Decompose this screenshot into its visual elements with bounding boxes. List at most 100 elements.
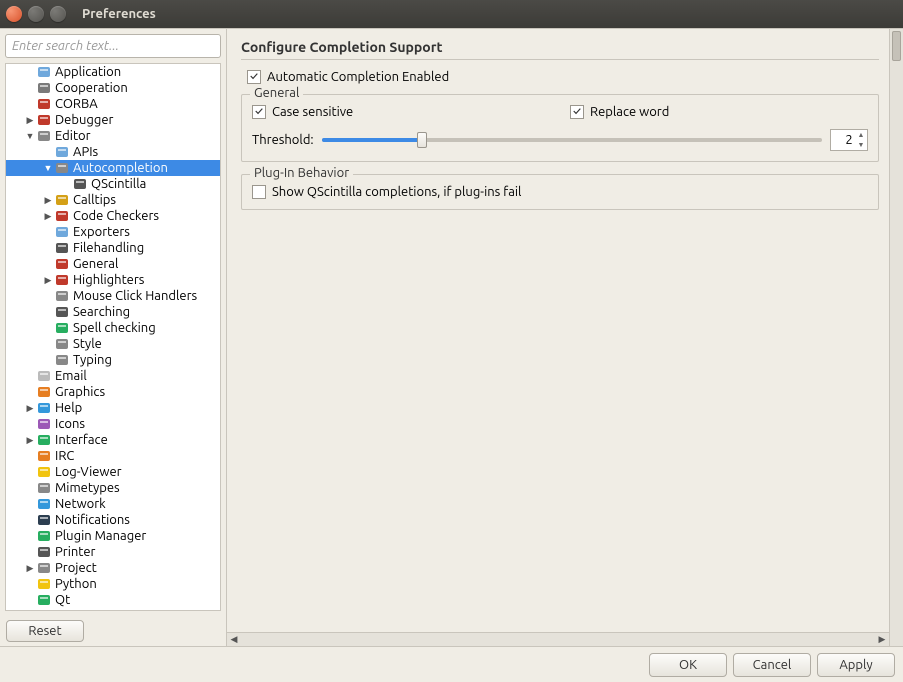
tree-item-label: Autocompletion [73,161,218,175]
expand-arrow-icon[interactable]: ▶ [42,211,54,222]
expand-arrow-icon[interactable]: ▶ [42,275,54,286]
plugin-behavior-group: Plug-In Behavior Show QScintilla complet… [241,174,879,210]
tree-item-label: Cooperation [55,81,218,95]
py-icon [36,576,52,592]
tree-item-label: Application [55,65,218,79]
spell-icon [54,320,70,336]
window-title: Preferences [82,7,156,21]
tree-item-interface[interactable]: ▶Interface [6,432,220,448]
icons-icon [36,416,52,432]
tree-item-label: Typing [73,353,218,367]
editor-icon [36,128,52,144]
tree-item-label: Network [55,497,218,511]
tree-item-calltips[interactable]: ▶Calltips [6,192,220,208]
maximize-icon[interactable] [50,6,66,22]
tree-item-application[interactable]: ▶Application [6,64,220,80]
tree-item-exporters[interactable]: ▶Exporters [6,224,220,240]
minimize-icon[interactable] [28,6,44,22]
auto-completion-checkbox[interactable] [247,70,261,84]
typing-icon [54,352,70,368]
calltip-icon [54,192,70,208]
preferences-tree[interactable]: ▶Application▶Cooperation▶CORBA▶Debugger▼… [5,63,221,611]
tree-item-debugger[interactable]: ▶Debugger [6,112,220,128]
tree-item-help[interactable]: ▶Help [6,400,220,416]
vertical-scrollbar[interactable] [889,29,903,646]
scroll-right-icon[interactable]: ▶ [875,633,889,646]
tree-item-plugin-manager[interactable]: ▶Plugin Manager [6,528,220,544]
tree-item-qt[interactable]: ▶Qt [6,592,220,608]
cancel-button[interactable]: Cancel [733,653,811,677]
log-icon [36,464,52,480]
tree-item-searching[interactable]: ▶Searching [6,304,220,320]
tree-item-label: Spell checking [73,321,218,335]
tree-item-style[interactable]: ▶Style [6,336,220,352]
tree-item-mouse-click-handlers[interactable]: ▶Mouse Click Handlers [6,288,220,304]
expand-arrow-icon[interactable]: ▶ [24,563,36,574]
bug-icon [36,112,52,128]
tree-item-label: Icons [55,417,218,431]
expand-arrow-icon[interactable]: ▼ [24,131,36,141]
scroll-left-icon[interactable]: ◀ [227,633,241,646]
apply-button[interactable]: Apply [817,653,895,677]
close-icon[interactable] [6,6,22,22]
tree-item-irc[interactable]: ▶IRC [6,448,220,464]
qt-icon [36,592,52,608]
threshold-slider[interactable] [322,132,822,148]
expand-arrow-icon[interactable]: ▶ [24,403,36,414]
search-input[interactable] [5,34,221,58]
tree-item-editor[interactable]: ▼Editor [6,128,220,144]
spinner-down-icon[interactable]: ▼ [856,140,866,150]
case-sensitive-checkbox[interactable] [252,105,266,119]
tree-item-project[interactable]: ▶Project [6,560,220,576]
tree-item-label: Qt [55,593,218,607]
tree-item-icons[interactable]: ▶Icons [6,416,220,432]
expand-arrow-icon[interactable]: ▶ [42,195,54,206]
tree-item-label: Searching [73,305,218,319]
tree-item-filehandling[interactable]: ▶Filehandling [6,240,220,256]
tree-item-printer[interactable]: ▶Printer [6,544,220,560]
spinner-up-icon[interactable]: ▲ [856,130,866,140]
tree-item-spell-checking[interactable]: ▶Spell checking [6,320,220,336]
tree-item-typing[interactable]: ▶Typing [6,352,220,368]
tree-item-apis[interactable]: ▶APIs [6,144,220,160]
tree-item-qscintilla[interactable]: ▶QScintilla [6,176,220,192]
tree-item-general[interactable]: ▶General [6,256,220,272]
tree-item-highlighters[interactable]: ▶ Highlighters [6,272,220,288]
tree-item-label: Graphics [55,385,218,399]
net-icon [36,496,52,512]
tree-item-label: Mouse Click Handlers [73,289,218,303]
tree-item-label: Log-Viewer [55,465,218,479]
tree-item-corba[interactable]: ▶CORBA [6,96,220,112]
expand-arrow-icon[interactable]: ▶ [24,115,36,126]
tree-item-mimetypes[interactable]: ▶Mimetypes [6,480,220,496]
tree-item-graphics[interactable]: ▶Graphics [6,384,220,400]
tree-item-label: Printer [55,545,218,559]
tree-item-notifications[interactable]: ▶Notifications [6,512,220,528]
threshold-spinner[interactable]: 2 ▲▼ [830,129,868,151]
page-title: Configure Completion Support [241,39,879,59]
tree-item-cooperation[interactable]: ▶Cooperation [6,80,220,96]
tree-item-python[interactable]: ▶Python [6,576,220,592]
tree-item-log-viewer[interactable]: ▶Log-Viewer [6,464,220,480]
corba-icon [36,96,52,112]
tree-item-code-checkers[interactable]: ▶Code Checkers [6,208,220,224]
expand-arrow-icon[interactable]: ▼ [42,163,54,173]
tree-item-email[interactable]: ▶Email [6,368,220,384]
show-qscintilla-checkbox[interactable] [252,185,266,199]
button-bar: OK Cancel Apply [0,646,903,682]
tree-item-security[interactable]: ▶Security [6,608,220,611]
tree-item-network[interactable]: ▶Network [6,496,220,512]
tree-item-label: CORBA [55,97,218,111]
tree-item-label: General [73,257,218,271]
tree-item-label: QScintilla [91,177,218,191]
expand-arrow-icon[interactable]: ▶ [24,435,36,446]
ok-button[interactable]: OK [649,653,727,677]
replace-word-checkbox[interactable] [570,105,584,119]
help-icon [36,400,52,416]
tree-item-label: APIs [73,145,218,159]
horizontal-scrollbar[interactable]: ◀ ▶ [227,632,889,646]
reset-button[interactable]: Reset [6,620,84,642]
tree-item-autocompletion[interactable]: ▼ Autocompletion [6,160,220,176]
checker-icon [54,208,70,224]
tree-item-label: Highlighters [73,273,218,287]
